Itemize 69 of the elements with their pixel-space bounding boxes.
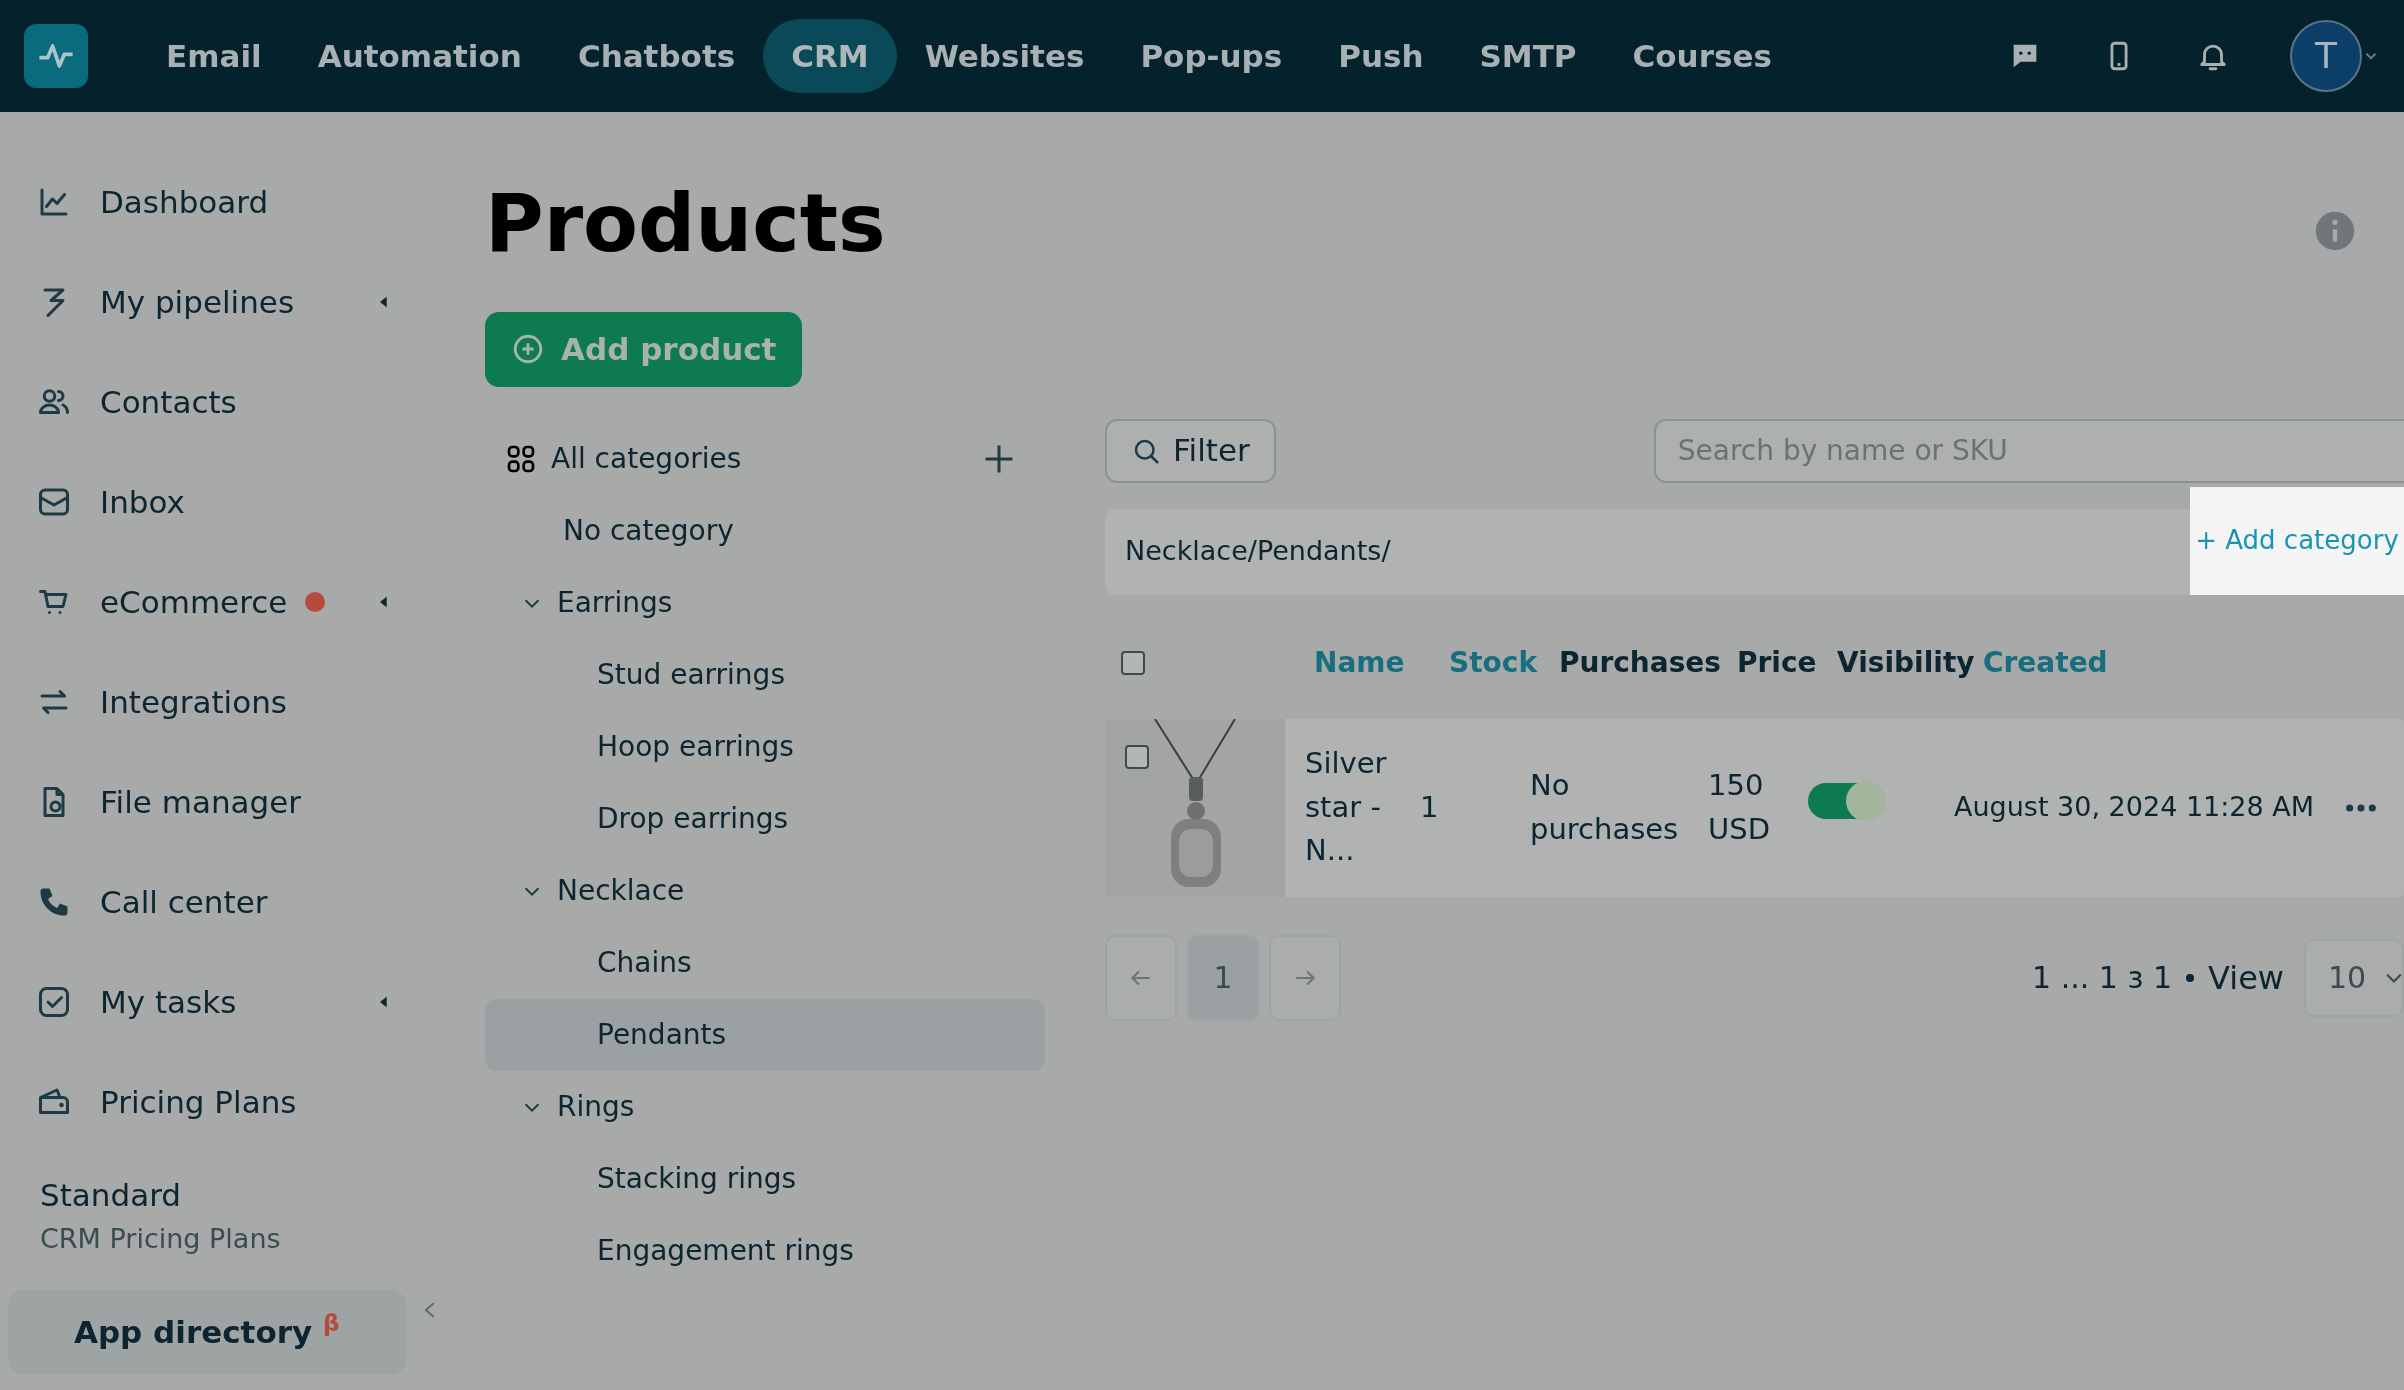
plan-name: Standard bbox=[40, 1176, 183, 1215]
nav-tab[interactable]: Email bbox=[138, 18, 290, 94]
sidebar-label: Call center bbox=[100, 882, 268, 922]
filter-button[interactable]: Filter bbox=[1105, 418, 1276, 483]
category-item[interactable]: Stud earrings bbox=[485, 638, 1045, 711]
nav-tab[interactable]: Pop-ups bbox=[1112, 18, 1311, 94]
sidebar-item[interactable]: My pipelines bbox=[0, 252, 430, 352]
sidebar-label: Dashboard bbox=[100, 182, 269, 222]
user-avatar[interactable]: T bbox=[2290, 20, 2362, 92]
sidebar-item[interactable]: Contacts bbox=[0, 352, 430, 452]
sidebar-item[interactable]: eCommerce bbox=[0, 552, 430, 652]
category-item[interactable]: Drop earrings bbox=[485, 782, 1045, 855]
select-all-checkbox[interactable] bbox=[1121, 650, 1145, 675]
logo[interactable] bbox=[24, 24, 88, 88]
separator-dot bbox=[2186, 973, 2195, 982]
checkbox-icon bbox=[36, 984, 72, 1020]
sidebar-item[interactable]: Call center bbox=[0, 852, 430, 952]
page-button[interactable]: 1 bbox=[1187, 934, 1259, 1021]
column-header: Price bbox=[1737, 644, 1818, 681]
category-item[interactable]: Chains bbox=[485, 926, 1045, 999]
category-item[interactable]: All categories bbox=[485, 422, 748, 495]
page-summary: 1 ... 1 з 1 bbox=[2032, 959, 2173, 997]
row-checkbox[interactable] bbox=[1125, 744, 1149, 769]
visibility-toggle[interactable] bbox=[1808, 783, 1884, 820]
sidebar-label: Inbox bbox=[100, 482, 185, 522]
sidebar-item[interactable]: Inbox bbox=[0, 452, 430, 552]
nav-tab[interactable]: Courses bbox=[1604, 18, 1800, 94]
breadcrumb-path: Necklace/Pendants/ bbox=[1125, 534, 1391, 569]
column-header: Visibility bbox=[1837, 644, 1976, 681]
page-size-select[interactable]: 10 bbox=[2304, 938, 2404, 1017]
category-item[interactable]: Earrings bbox=[485, 566, 1045, 639]
created-date: August 30, 2024 11:28 AM bbox=[1954, 790, 2315, 825]
sidebar-item[interactable]: Integrations bbox=[0, 652, 430, 752]
sidebar-label: Contacts bbox=[100, 382, 237, 422]
category-item[interactable]: Engagement rings bbox=[485, 1214, 1045, 1287]
price-value: 150 USD bbox=[1708, 767, 1771, 848]
app-directory-button[interactable]: App directory $^{β}$ bbox=[8, 1289, 406, 1375]
category-item[interactable]: Stacking rings bbox=[485, 1142, 1045, 1215]
purchases-value: No purchases bbox=[1530, 767, 1680, 848]
view-label: View bbox=[2208, 957, 2284, 999]
category-item[interactable]: No category bbox=[485, 494, 1045, 567]
nav-tab[interactable]: CRM bbox=[763, 18, 897, 94]
sidebar-item[interactable]: My tasks bbox=[0, 952, 430, 1052]
sidebar-label: File manager bbox=[100, 782, 302, 822]
sidebar-label: Integrations bbox=[100, 682, 287, 722]
stock-value: 1 bbox=[1420, 788, 1440, 826]
category-item[interactable]: Pendants bbox=[485, 998, 1045, 1071]
nav-tab[interactable]: Chatbots bbox=[549, 18, 764, 94]
chevron-down-icon bbox=[2386, 972, 2402, 983]
sidebar-label: eCommerce bbox=[100, 582, 288, 622]
sidebar-label: Pricing Plans bbox=[100, 1082, 297, 1122]
sidebar-item[interactable]: Pricing Plans bbox=[0, 1052, 430, 1152]
sidebar-label: My pipelines bbox=[100, 282, 295, 322]
notification-dot bbox=[305, 592, 326, 612]
sidebar-item[interactable]: File manager bbox=[0, 752, 430, 852]
page-title: Products bbox=[485, 184, 886, 264]
nav-tab[interactable]: Websites bbox=[896, 18, 1113, 94]
sidebar-item[interactable]: Dashboard bbox=[0, 152, 430, 252]
product-name[interactable]: Silver star - N... bbox=[1305, 742, 1400, 873]
category-item[interactable]: Rings bbox=[485, 1070, 1045, 1143]
category-item[interactable]: Hoop earrings bbox=[485, 710, 1045, 783]
nav-tab[interactable]: Push bbox=[1310, 18, 1452, 94]
plan-subtitle: CRM Pricing Plans bbox=[40, 1221, 282, 1256]
column-header: Purchases bbox=[1559, 644, 1722, 681]
sidebar-label: My tasks bbox=[100, 982, 237, 1022]
category-item[interactable]: Necklace bbox=[485, 854, 1045, 927]
nav-tab[interactable]: Automation bbox=[289, 18, 550, 94]
nav-tab[interactable]: SMTP bbox=[1451, 18, 1605, 94]
search-field[interactable]: Search by name or SKU bbox=[1653, 418, 2404, 483]
